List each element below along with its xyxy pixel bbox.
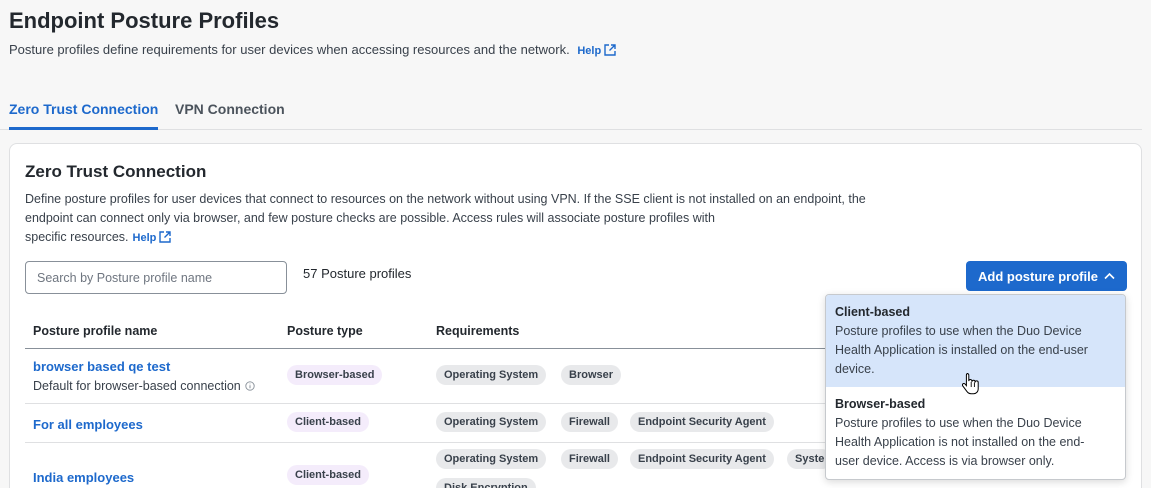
column-header-name[interactable]: Posture profile name: [33, 324, 157, 338]
help-link[interactable]: Help: [577, 44, 616, 57]
menu-item-description-line: Health Application is not installed on t…: [835, 435, 1085, 449]
requirement-badge: Browser: [561, 365, 622, 385]
column-header-requirements[interactable]: Requirements: [436, 324, 519, 338]
profile-subtitle: Default for browser-based connection: [33, 379, 255, 393]
profile-name-link[interactable]: India employees: [33, 470, 134, 485]
posture-type-badge: Client-based: [287, 465, 370, 485]
menu-item-description: Posture profiles to use when the Duo Dev…: [835, 414, 1116, 471]
tab-bar: Zero Trust Connection VPN Connection: [0, 92, 1142, 130]
requirement-badge: Firewall: [561, 449, 618, 469]
requirement-badge: Operating System: [436, 412, 547, 432]
chevron-up-icon: [1104, 272, 1115, 280]
search-input[interactable]: [25, 261, 287, 294]
profile-name-link[interactable]: For all employees: [33, 417, 143, 432]
profile-name-link[interactable]: browser based qe test: [33, 359, 170, 374]
section-description: Define posture profiles for user devices…: [25, 190, 925, 248]
external-link-icon: [604, 44, 616, 56]
section-help-label: Help: [132, 232, 157, 244]
tab-vpn-connection[interactable]: VPN Connection: [175, 101, 285, 130]
requirement-badge: Operating System: [436, 365, 547, 385]
section-description-line: Define posture profiles for user devices…: [25, 192, 866, 206]
profile-count: 57 Posture profiles: [303, 266, 412, 281]
section-title: Zero Trust Connection: [25, 162, 207, 181]
menu-item-description-line: Posture profiles to use when the Duo Dev…: [835, 324, 1082, 338]
requirement-badge: Disk Encryption: [436, 478, 536, 488]
menu-item-browser-based[interactable]: Browser-based Posture profiles to use wh…: [826, 387, 1125, 479]
section-description-text: specific resources.: [25, 230, 129, 244]
page-description-text: Posture profiles define requirements for…: [9, 42, 570, 57]
posture-type-badge: Browser-based: [287, 365, 383, 385]
menu-item-title: Client-based: [835, 305, 911, 319]
add-posture-profile-label: Add posture profile: [978, 268, 1098, 284]
menu-item-description-line: Posture profiles to use when the Duo Dev…: [835, 416, 1082, 430]
hand-pointer-cursor-icon: [962, 373, 979, 395]
column-header-type[interactable]: Posture type: [287, 324, 363, 338]
requirement-badge: Operating System: [436, 449, 547, 469]
page-title: Endpoint Posture Profiles: [9, 8, 280, 33]
menu-item-description: Posture profiles to use when the Duo Dev…: [835, 322, 1116, 379]
external-link-icon: [159, 231, 172, 243]
requirement-badge: Endpoint Security Agent: [630, 449, 774, 469]
section-description-line: specific resources. Help: [25, 228, 925, 248]
tab-zero-trust-connection[interactable]: Zero Trust Connection: [9, 101, 159, 130]
section-help-link[interactable]: Help: [132, 231, 172, 244]
menu-item-title: Browser-based: [835, 397, 926, 411]
section-description-line: endpoint can connect only via browser, a…: [25, 211, 715, 225]
requirement-badge: Firewall: [561, 412, 618, 432]
profile-subtitle-text: Default for browser-based connection: [33, 379, 241, 393]
menu-item-description-line: user device. Access is via browser only.: [835, 454, 1055, 468]
info-icon[interactable]: [245, 381, 255, 391]
add-posture-profile-button[interactable]: Add posture profile: [966, 261, 1127, 291]
page-description: Posture profiles define requirements for…: [9, 42, 616, 57]
posture-type-badge: Client-based: [287, 412, 370, 432]
menu-item-description-line: Health Application is installed on the e…: [835, 343, 1088, 357]
requirement-badge: Endpoint Security Agent: [630, 412, 774, 432]
help-link-label: Help: [577, 45, 602, 57]
